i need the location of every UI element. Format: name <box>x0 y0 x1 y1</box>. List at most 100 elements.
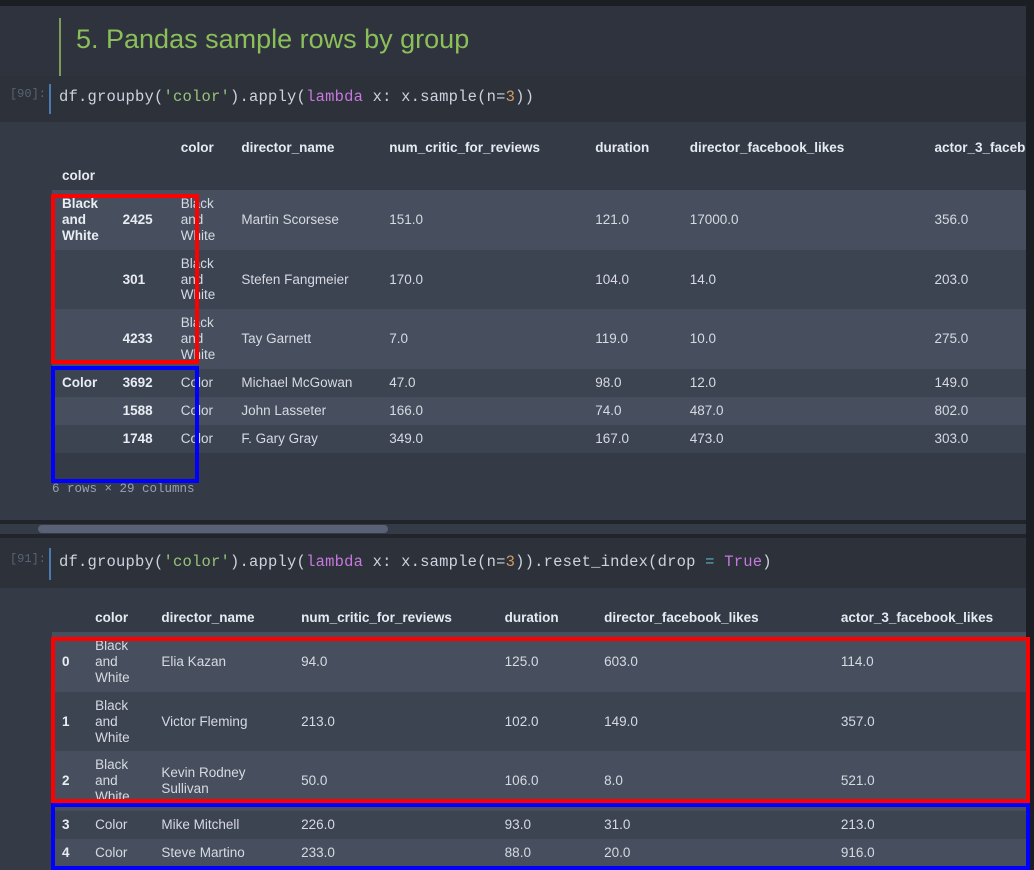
cell-index: 4 <box>52 839 86 868</box>
cell-num-critic-for-reviews: 213.0 <box>291 691 495 752</box>
cell-duration: 119.0 <box>585 309 680 370</box>
cell-director-facebook-likes: 487.0 <box>679 397 925 425</box>
cell-index: 4233 <box>112 309 171 370</box>
cell-duration: 167.0 <box>585 424 680 453</box>
cell-cursor-bar-90 <box>49 84 51 114</box>
dataframe-1-shape: 6 rows × 29 columns <box>52 482 195 496</box>
cell-group-label <box>52 424 113 453</box>
cell-index: 2 <box>52 751 86 812</box>
cell-color: Black and White <box>170 249 232 310</box>
cell-index: 1588 <box>112 397 171 425</box>
cell-index: 3 <box>52 811 86 840</box>
cell-director-facebook-likes: 12.0 <box>679 369 925 398</box>
cell-director-name: Elia Kazan <box>151 631 292 692</box>
cell-director-name: F. Gary Gray <box>231 424 380 453</box>
cell-group-label <box>52 309 113 370</box>
code-token: 3 <box>505 553 516 571</box>
dataframe-2-body: 0 Black and White Elia Kazan 94.0 125.0 603.0… <box>52 631 1026 870</box>
th-pad-4 <box>585 161 680 190</box>
th-pad-3 <box>379 161 586 190</box>
code-token: )).reset_index(drop <box>515 553 706 571</box>
cell-num-critic-for-reviews: 349.0 <box>379 424 586 453</box>
cell-color: Black and White <box>170 309 232 370</box>
output-area-90: color director_name num_critic_for_revie… <box>0 122 1026 520</box>
cell-prompt-90: [90]: <box>9 87 46 101</box>
cell-actor-3-facebook-likes: 916.0 <box>830 839 1026 868</box>
cell-color: Color <box>170 369 232 398</box>
cell-duration: 88.0 <box>494 839 595 868</box>
dataframe-table-1: color director_name num_critic_for_revie… <box>52 134 1026 453</box>
code-token: ).apply( <box>230 553 307 571</box>
table-row: 1 Black and White Victor Fleming 213.0 102.0… <box>52 691 1026 752</box>
cell-prompt-91: [91]: <box>9 552 46 566</box>
cell-actor-3-facebook-likes: 802.0 <box>924 397 1026 425</box>
cell-duration: 74.0 <box>585 397 680 425</box>
dataframe-2-head: color director_name num_critic_for_revie… <box>52 604 1026 632</box>
code-cell-91[interactable]: [91]: df.groupby('color').apply(lambda x… <box>0 538 1026 588</box>
code-token: 3 <box>505 88 516 106</box>
cell-group-label: Color <box>52 369 113 398</box>
code-token: True <box>724 553 763 571</box>
table-row: Color 3692 Color Michael McGowan 47.0 98.0 12.… <box>52 369 1026 398</box>
cell-director-name: Steve Martino <box>151 839 292 868</box>
th-pad-5 <box>679 161 925 190</box>
cell-director-facebook-likes: 603.0 <box>594 631 831 692</box>
code-token: x: x.sample(n= <box>363 553 506 571</box>
th-director-facebook-likes: director_facebook_likes <box>679 134 925 162</box>
code-source-91[interactable]: df.groupby('color').apply(lambda x: x.sa… <box>59 553 772 571</box>
cell-director-name: Mike Mitchell <box>151 811 292 840</box>
cell-director-facebook-likes: 473.0 <box>679 424 925 453</box>
th-num-critic-for-reviews: num_critic_for_reviews <box>379 134 586 162</box>
notebook-page: 5. Pandas sample rows by group [90]: df.… <box>0 0 1034 870</box>
cell-director-facebook-likes: 149.0 <box>594 691 831 752</box>
cell-director-facebook-likes: 20.0 <box>594 839 831 868</box>
cell-director-facebook-likes: 17000.0 <box>679 189 925 250</box>
cell-actor-3-facebook-likes: 521.0 <box>830 751 1026 812</box>
table-row: 1588 Color John Lasseter 166.0 74.0 487.0 802.… <box>52 397 1026 425</box>
cell-color: Black and White <box>85 691 152 752</box>
code-token: = <box>705 553 715 571</box>
cell-group-label <box>52 397 113 425</box>
table-header-row: color director_name num_critic_for_revie… <box>52 604 1026 632</box>
cell-color: Color <box>85 811 152 840</box>
th2-duration: duration <box>494 604 595 632</box>
cell-color: Color <box>170 424 232 453</box>
horizontal-scrollbar-track[interactable] <box>0 524 1026 534</box>
th-blank-1 <box>52 134 113 162</box>
table-header-row: color director_name num_critic_for_revie… <box>52 134 1026 162</box>
cell-director-facebook-likes: 31.0 <box>594 811 831 840</box>
th2-director-name: director_name <box>151 604 292 632</box>
cell-index: 1748 <box>112 424 171 453</box>
output-area-91: color director_name num_critic_for_revie… <box>0 588 1026 870</box>
table-row: 1748 Color F. Gary Gray 349.0 167.0 473.0 303.… <box>52 424 1026 453</box>
code-token: ).apply( <box>230 88 307 106</box>
cell-color: Color <box>85 839 152 868</box>
code-source-90[interactable]: df.groupby('color').apply(lambda x: x.sa… <box>59 88 534 106</box>
table-row: 3ColorMike Mitchell226.093.031.0213.0Kat… <box>52 811 1026 840</box>
th-director-name: director_name <box>231 134 380 162</box>
cell-director-name: Tay Garnett <box>231 309 380 370</box>
cell-num-critic-for-reviews: 226.0 <box>291 811 495 840</box>
cell-num-critic-for-reviews: 170.0 <box>379 249 586 310</box>
cell-duration: 93.0 <box>494 811 595 840</box>
cell-actor-3-facebook-likes: 203.0 <box>924 249 1026 310</box>
th-actor-3-facebook-likes: actor_3_facebook_likes <box>924 134 1026 162</box>
table-row: Black and White 2425 Black and White Martin… <box>52 189 1026 250</box>
cell-num-critic-for-reviews: 151.0 <box>379 189 586 250</box>
dataframe-1-head: color director_name num_critic_for_revie… <box>52 134 1026 190</box>
markdown-cell[interactable]: 5. Pandas sample rows by group <box>0 6 1026 78</box>
cell-actor-3-facebook-likes: 114.0 <box>830 631 1026 692</box>
cell-director-name: Victor Fleming <box>151 691 292 752</box>
cell-duration: 98.0 <box>585 369 680 398</box>
cell-num-critic-for-reviews: 166.0 <box>379 397 586 425</box>
code-cell-90[interactable]: [90]: df.groupby('color').apply(lambda x… <box>0 76 1026 122</box>
cell-director-facebook-likes: 14.0 <box>679 249 925 310</box>
cell-index: 301 <box>112 249 171 310</box>
horizontal-scrollbar-thumb[interactable] <box>38 525 388 533</box>
right-edge-strip <box>1026 0 1034 870</box>
dataframe-1-body: Black and White 2425 Black and White Martin… <box>52 189 1026 453</box>
cell-color: Black and White <box>170 189 232 250</box>
cell-index: 3692 <box>112 369 171 398</box>
cell-director-name: Martin Scorsese <box>231 189 380 250</box>
cell-director-name: John Lasseter <box>231 397 380 425</box>
